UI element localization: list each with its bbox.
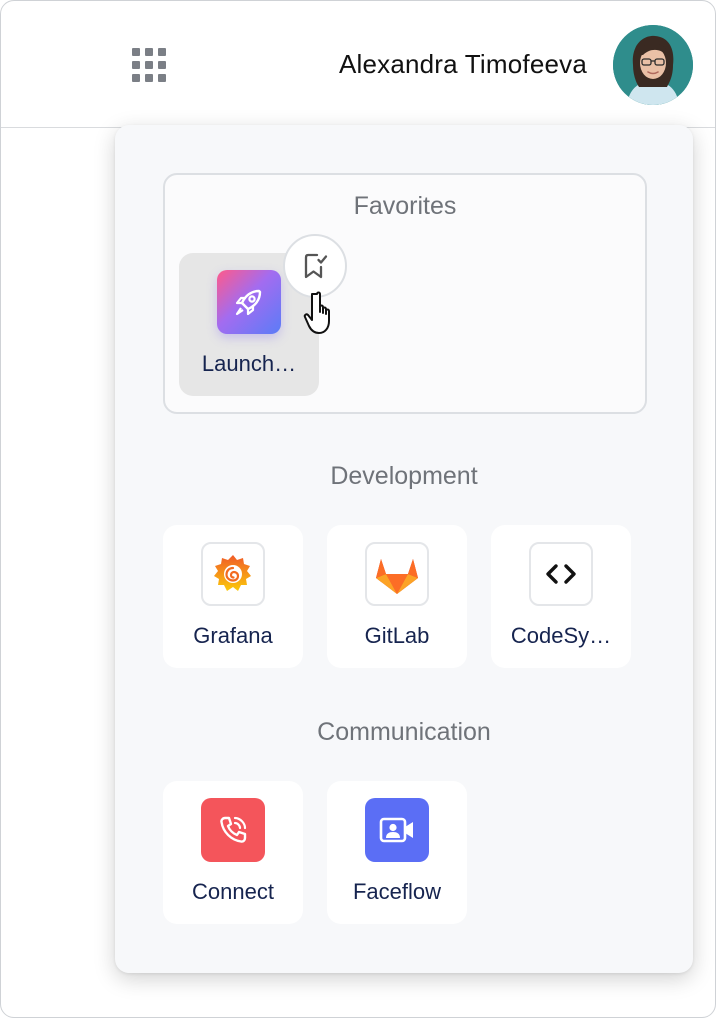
app-tile-label: Launch… xyxy=(201,351,297,376)
app-tile-label: Grafana xyxy=(193,623,273,648)
app-switcher-panel: Favorites Launch… Development Grafana Gi… xyxy=(115,125,693,973)
app-launcher-grid-icon[interactable] xyxy=(132,48,166,82)
app-tile-label: Connect xyxy=(192,879,274,904)
hand-pointer-icon xyxy=(299,288,343,340)
app-tile-faceflow[interactable]: Faceflow xyxy=(327,781,467,924)
header-bar: Alexandra Timofeeva xyxy=(1,1,715,128)
app-window: Alexandra Timofeeva Favorites Launch… De… xyxy=(0,0,716,1018)
favorites-section: Favorites Launch… xyxy=(163,173,647,414)
app-tile-codesystem[interactable]: CodeSy… xyxy=(491,525,631,668)
app-tile-connect[interactable]: Connect xyxy=(163,781,303,924)
app-tile-grafana[interactable]: Grafana xyxy=(163,525,303,668)
communication-title: Communication xyxy=(317,718,491,746)
app-tile-label: Faceflow xyxy=(352,879,442,904)
rocket-icon xyxy=(217,270,281,334)
avatar[interactable] xyxy=(613,25,693,105)
gitlab-icon xyxy=(365,542,429,606)
app-tile-label: CodeSy… xyxy=(510,623,612,648)
favorites-title: Favorites xyxy=(353,192,457,220)
avatar-image xyxy=(613,25,693,105)
video-icon xyxy=(365,798,429,862)
development-title: Development xyxy=(330,462,478,490)
app-tile-gitlab[interactable]: GitLab xyxy=(327,525,467,668)
grafana-icon xyxy=(201,542,265,606)
app-tile-label: GitLab xyxy=(364,623,430,648)
code-icon xyxy=(529,542,593,606)
phone-icon xyxy=(201,798,265,862)
user-name: Alexandra Timofeeva xyxy=(338,49,587,79)
